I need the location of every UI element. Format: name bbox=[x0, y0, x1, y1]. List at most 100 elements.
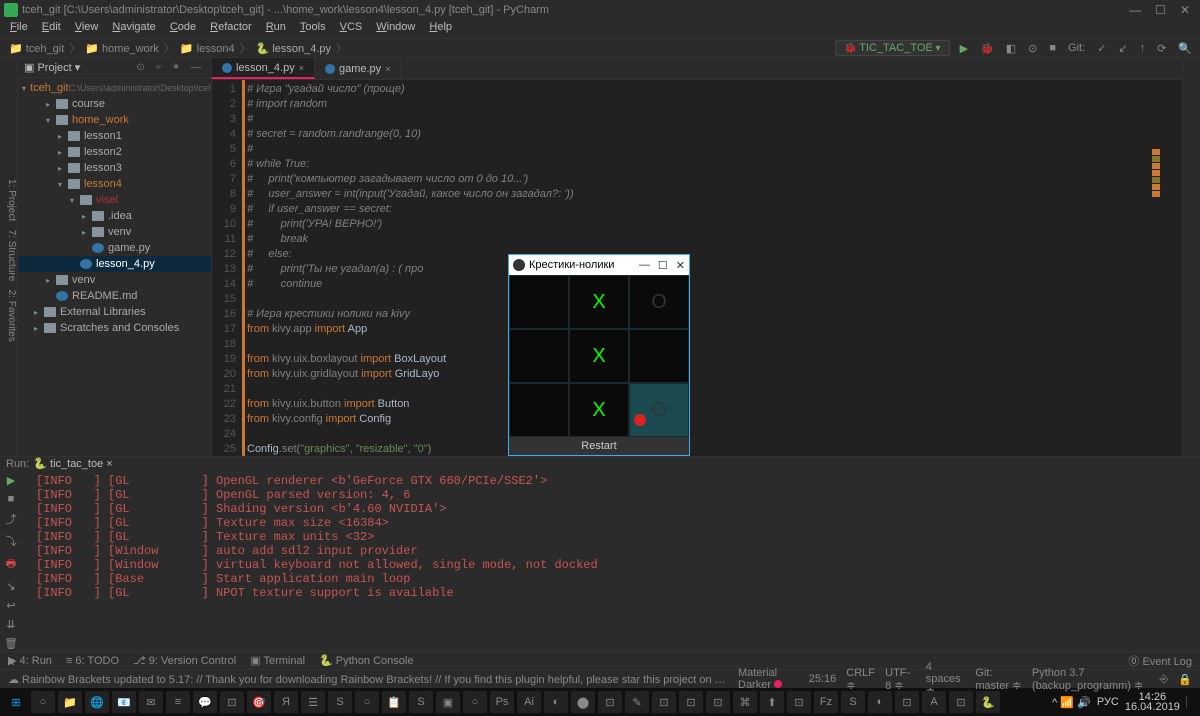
tree-node--idea[interactable]: ▸.idea bbox=[18, 208, 211, 224]
taskbar-icon-27[interactable]: ⌘ bbox=[733, 691, 757, 713]
run-scroll-button[interactable]: ⇊ bbox=[6, 618, 15, 631]
tray-lang[interactable]: РУС bbox=[1097, 696, 1119, 708]
taskbar-icon-13[interactable]: ○ bbox=[355, 691, 379, 713]
menu-window[interactable]: Window bbox=[370, 20, 421, 38]
debug-button[interactable]: 🐞 bbox=[978, 42, 996, 55]
game-cell-6[interactable] bbox=[509, 383, 569, 437]
taskbar-icon-24[interactable]: ⊡ bbox=[652, 691, 676, 713]
game-minimize[interactable]: — bbox=[639, 259, 650, 272]
tree-node-lesson4[interactable]: ▾lesson4 bbox=[18, 176, 211, 192]
tree-node-lesson_4-py[interactable]: lesson_4.py bbox=[18, 256, 211, 272]
game-maximize[interactable]: ☐ bbox=[658, 259, 668, 272]
tree-root[interactable]: ▾tceh_git C:\Users\administrator\Desktop… bbox=[18, 80, 211, 96]
menu-navigate[interactable]: Navigate bbox=[106, 20, 161, 38]
taskbar-icon-18[interactable]: Ps bbox=[490, 691, 514, 713]
line-gutter[interactable]: 1234567891011121314151617181920212223242… bbox=[212, 80, 242, 456]
tree-node-External Libraries[interactable]: ▸External Libraries bbox=[18, 304, 211, 320]
toolwin-item[interactable]: ▣ Terminal bbox=[250, 654, 305, 667]
taskbar-icon-29[interactable]: ⊡ bbox=[787, 691, 811, 713]
run-down-button[interactable]: ⤵ bbox=[6, 533, 17, 549]
git-push-button[interactable]: ↑ bbox=[1138, 42, 1148, 54]
taskbar-icon-15[interactable]: S bbox=[409, 691, 433, 713]
taskbar-icon-19[interactable]: Ai bbox=[517, 691, 541, 713]
git-update-button[interactable]: ✓ bbox=[1095, 42, 1108, 55]
code-area[interactable]: # Игра "угадай число" (проще) # import r… bbox=[242, 80, 1182, 456]
status-item-5[interactable]: Git: master ≑ bbox=[975, 667, 1022, 692]
game-cell-8[interactable]: O bbox=[629, 383, 689, 437]
tree-node-home_work[interactable]: ▾home_work bbox=[18, 112, 211, 128]
tree-node-lesson3[interactable]: ▸lesson3 bbox=[18, 160, 211, 176]
tree-node-venv[interactable]: ▸venv bbox=[18, 272, 211, 288]
game-close[interactable]: ✕ bbox=[676, 259, 685, 272]
taskbar-icon-26[interactable]: ⊡ bbox=[706, 691, 730, 713]
game-window[interactable]: Крестики-нолики — ☐ ✕ XOXXO Restart bbox=[508, 254, 690, 456]
run-output[interactable]: [INFO ] [GL ] OpenGL renderer <b'GeForce… bbox=[22, 470, 1200, 669]
tree-node-visel[interactable]: ▾visel bbox=[18, 192, 211, 208]
taskbar-icon-12[interactable]: S bbox=[328, 691, 352, 713]
tree-node-Scratches and Consoles[interactable]: ▸Scratches and Consoles bbox=[18, 320, 211, 336]
taskbar-icon-10[interactable]: Я bbox=[274, 691, 298, 713]
stop-button[interactable]: ■ bbox=[1047, 42, 1058, 54]
git-history-button[interactable]: ⟳ bbox=[1155, 42, 1168, 55]
taskbar-icon-7[interactable]: 💬 bbox=[193, 691, 217, 713]
project-header[interactable]: ▣ Project ▾ bbox=[24, 61, 80, 74]
toolwin-item[interactable]: ⎇ 9: Version Control bbox=[133, 654, 236, 667]
run-export-button[interactable]: ↘ bbox=[6, 580, 15, 593]
run-print-button[interactable]: 🖶 bbox=[6, 555, 16, 574]
restart-button[interactable]: Restart bbox=[509, 437, 689, 455]
taskbar-icon-25[interactable]: ⊡ bbox=[679, 691, 703, 713]
taskbar-clock[interactable]: 14:2616.04.2019 bbox=[1125, 692, 1180, 712]
taskbar-icon-33[interactable]: ⊡ bbox=[895, 691, 919, 713]
tab-lesson_4-py[interactable]: lesson_4.py× bbox=[212, 58, 315, 79]
tree-node-course[interactable]: ▸course bbox=[18, 96, 211, 112]
menu-view[interactable]: View bbox=[69, 20, 105, 38]
taskbar-icon-5[interactable]: ✉ bbox=[139, 691, 163, 713]
show-desktop[interactable] bbox=[1186, 696, 1196, 708]
taskbar-icon-2[interactable]: 📁 bbox=[58, 691, 82, 713]
game-cell-4[interactable]: X bbox=[569, 329, 629, 383]
run-clear-button[interactable]: 🗑 bbox=[4, 637, 18, 650]
game-cell-1[interactable]: X bbox=[569, 275, 629, 329]
menu-refactor[interactable]: Refactor bbox=[204, 20, 258, 38]
taskbar-icon-17[interactable]: ○ bbox=[463, 691, 487, 713]
project-tree[interactable]: ▾tceh_git C:\Users\administrator\Desktop… bbox=[18, 78, 211, 456]
search-everywhere-button[interactable]: 🔍 bbox=[1176, 42, 1194, 55]
game-cell-5[interactable] bbox=[629, 329, 689, 383]
breadcrumb-1[interactable]: 📁 home_work bbox=[82, 43, 162, 55]
right-tool-strip[interactable] bbox=[1182, 58, 1200, 456]
menu-code[interactable]: Code bbox=[164, 20, 202, 38]
status-item-3[interactable]: UTF-8 ≑ bbox=[885, 667, 916, 692]
tab-game-py[interactable]: game.py× bbox=[315, 58, 401, 79]
status-item-1[interactable]: 25:16 bbox=[809, 673, 837, 685]
run-button[interactable]: ▶ bbox=[958, 42, 970, 55]
menu-help[interactable]: Help bbox=[423, 20, 458, 38]
taskbar-icon-21[interactable]: ⬤ bbox=[571, 691, 595, 713]
status-item-6[interactable]: Python 3.7 (backup_programm) ≑ bbox=[1032, 667, 1150, 692]
taskbar-icon-23[interactable]: ✎ bbox=[625, 691, 649, 713]
profile-button[interactable]: ⊙ bbox=[1026, 42, 1039, 55]
menu-edit[interactable]: Edit bbox=[36, 20, 67, 38]
run-wrap-button[interactable]: ↩ bbox=[6, 599, 15, 612]
menu-vcs[interactable]: VCS bbox=[334, 20, 369, 38]
run-config-selector[interactable]: 🐞 TIC_TAC_TOE ▾ bbox=[835, 40, 950, 56]
taskbar-icon-30[interactable]: Fz bbox=[814, 691, 838, 713]
taskbar-icon-32[interactable]: ◐ bbox=[868, 691, 892, 713]
breadcrumb-2[interactable]: 📁 lesson4 bbox=[177, 43, 238, 55]
project-tools[interactable]: ⊙ ÷ ✶ — bbox=[136, 62, 205, 73]
taskbar-icon-16[interactable]: ▣ bbox=[436, 691, 460, 713]
tree-node-lesson2[interactable]: ▸lesson2 bbox=[18, 144, 211, 160]
run-tab[interactable]: 🐍 tic_tac_toe × bbox=[33, 457, 112, 470]
toolwin-item[interactable]: ▶ 4: Run bbox=[8, 654, 52, 667]
run-up-button[interactable]: ⤴ bbox=[6, 511, 17, 527]
tree-node-venv[interactable]: ▸venv bbox=[18, 224, 211, 240]
taskbar-icon-31[interactable]: S bbox=[841, 691, 865, 713]
taskbar-icon-9[interactable]: 🎯 bbox=[247, 691, 271, 713]
taskbar-icon-3[interactable]: 🌐 bbox=[85, 691, 109, 713]
menu-run[interactable]: Run bbox=[260, 20, 292, 38]
breadcrumb-3[interactable]: 🐍 lesson_4.py bbox=[253, 43, 334, 55]
taskbar-icon-1[interactable]: ○ bbox=[31, 691, 55, 713]
taskbar-icon-34[interactable]: A bbox=[922, 691, 946, 713]
minimize-button[interactable]: — bbox=[1129, 3, 1141, 17]
game-cell-2[interactable]: O bbox=[629, 275, 689, 329]
taskbar-icon-28[interactable]: ⬆ bbox=[760, 691, 784, 713]
